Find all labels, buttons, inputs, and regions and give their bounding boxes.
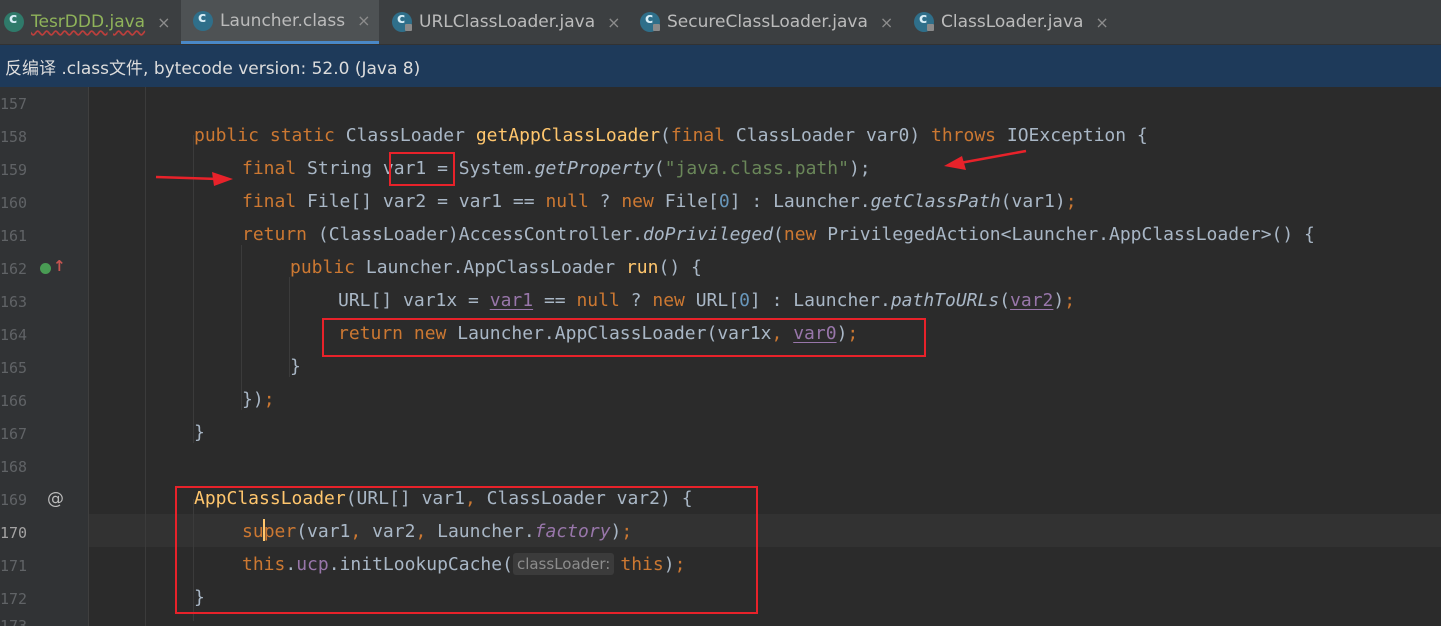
annotation-arrow-left bbox=[155, 172, 233, 186]
annotation-arrow-right bbox=[944, 149, 1027, 170]
annotation-arrows bbox=[155, 149, 1027, 186]
ide-window: TesrDDD.java × Launcher.class × URLClass… bbox=[0, 0, 1441, 626]
